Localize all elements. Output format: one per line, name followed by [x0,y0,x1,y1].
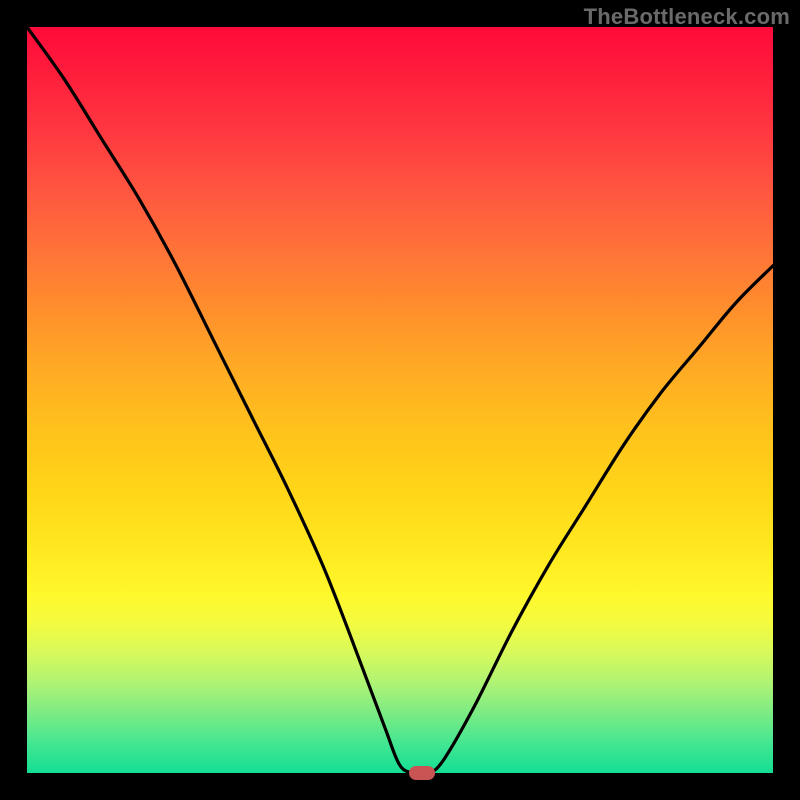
watermark-text: TheBottleneck.com [584,4,790,30]
chart-stage: TheBottleneck.com [0,0,800,800]
curve-path [27,27,773,773]
bottleneck-curve [27,27,773,773]
optimal-marker [409,766,435,780]
plot-area [27,27,773,773]
